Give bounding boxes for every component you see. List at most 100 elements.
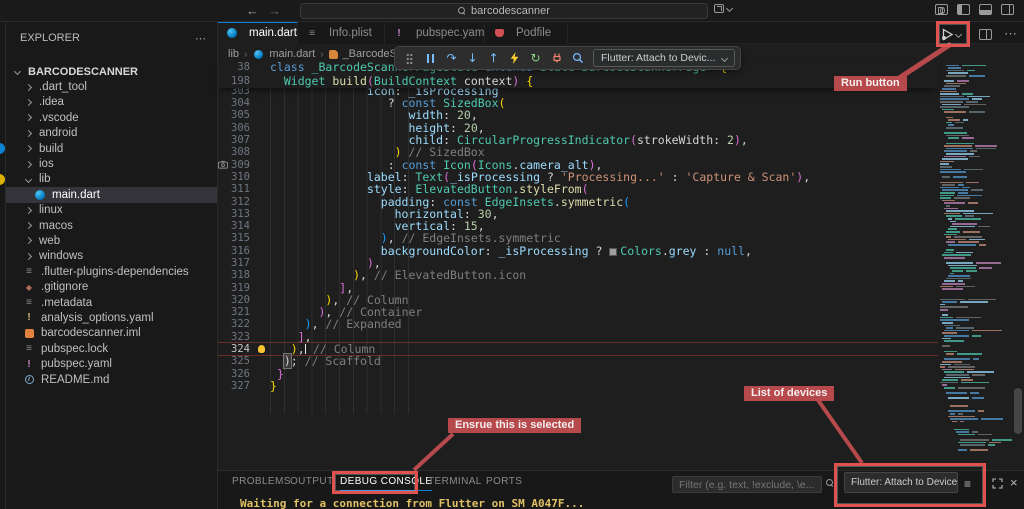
- scrollbar-thumb[interactable]: [1014, 388, 1022, 434]
- tree-item-pubspec-yaml[interactable]: !pubspec.yaml: [6, 356, 217, 371]
- clear-console-icon[interactable]: ≡: [964, 477, 971, 491]
- tree-item--flutter-plugins-dependencies[interactable]: ≡.flutter-plugins-dependencies: [6, 264, 217, 279]
- tree-item-pubspec-lock[interactable]: ≡pubspec.lock: [6, 341, 217, 356]
- panel-tab-debug-console[interactable]: DEBUG CONSOLE: [340, 476, 432, 491]
- toggle-sidebar-right-icon[interactable]: [1001, 4, 1014, 15]
- tree-item-windows[interactable]: windows: [6, 249, 217, 264]
- panel-tab-terminal[interactable]: TERMINAL: [428, 476, 482, 487]
- panel-tab-output[interactable]: OUTPUT: [290, 476, 334, 487]
- panel-device-dropdown[interactable]: Flutter: Attach to Device (!: [844, 472, 958, 493]
- tree-item-ios[interactable]: ios: [6, 156, 217, 171]
- more-actions-icon[interactable]: ⋯: [195, 32, 207, 45]
- line-number: 313: [228, 208, 258, 220]
- tree-item-readme-md[interactable]: iREADME.md: [6, 372, 217, 387]
- tab-label: main.dart: [249, 27, 297, 39]
- tree-item--dart-tool[interactable]: .dart_tool: [6, 79, 217, 94]
- lightbulb-icon[interactable]: [258, 345, 265, 353]
- code-line-311[interactable]: 311 style: ElevatedButton.styleFrom(: [218, 183, 938, 195]
- line-number: 322: [228, 318, 258, 330]
- step-over-icon[interactable]: ↷: [442, 48, 461, 68]
- code-line-325[interactable]: 325 ); // Scaffold: [218, 355, 938, 367]
- command-center-search[interactable]: barcodescanner: [300, 3, 708, 19]
- tree-item-linux[interactable]: linux: [6, 203, 217, 218]
- tree-item-main-dart[interactable]: main.dart: [6, 187, 217, 202]
- code-line-320[interactable]: 320 ), // Column: [218, 294, 938, 306]
- code-line-323[interactable]: 323 ],: [218, 331, 938, 343]
- tree-item--vscode[interactable]: .vscode: [6, 110, 217, 125]
- code-line-321[interactable]: 321 ), // Container: [218, 306, 938, 318]
- customize-layout-icon[interactable]: [935, 4, 948, 15]
- code-line-317[interactable]: 317 ),: [218, 257, 938, 269]
- code-line-309[interactable]: 309 : const Icon(Icons.camera_alt),: [218, 158, 938, 170]
- disconnect-icon[interactable]: [547, 48, 566, 68]
- code-line-305[interactable]: 305 width: 20,: [218, 109, 938, 121]
- file-tree: BARCODESCANNER.dart_tool.idea.vscodeandr…: [6, 64, 217, 387]
- tree-item-macos[interactable]: macos: [6, 218, 217, 233]
- filter-input[interactable]: [672, 476, 822, 493]
- tree-item-web[interactable]: web: [6, 233, 217, 248]
- code-line-308[interactable]: 308 ) // SizedBox: [218, 146, 938, 158]
- inspect-widget-icon[interactable]: [568, 48, 587, 68]
- code-line-313[interactable]: 313 horizontal: 30,: [218, 208, 938, 220]
- code-line-319[interactable]: 319 ],: [218, 281, 938, 293]
- code-line-304[interactable]: 304 ? const SizedBox(: [218, 97, 938, 109]
- tree-item--gitignore[interactable]: ◆.gitignore: [6, 279, 217, 294]
- tab-main-dart[interactable]: main.dart ×: [218, 22, 298, 44]
- more-actions-icon[interactable]: ⋯: [1004, 26, 1018, 42]
- panel-tab-problems[interactable]: PROBLEMS: [232, 476, 291, 487]
- run-button[interactable]: [941, 25, 967, 43]
- panel-tab-ports[interactable]: PORTS: [486, 476, 522, 487]
- tab-label: pubspec.yaml: [416, 27, 487, 39]
- code-line-307[interactable]: 307 child: CircularProgressIndicator(str…: [218, 134, 938, 146]
- hot-reload-icon[interactable]: [505, 48, 524, 68]
- toggle-sidebar-left-icon[interactable]: [957, 4, 970, 15]
- toggle-panel-icon[interactable]: [979, 4, 992, 15]
- breadcrumb-item[interactable]: lib: [228, 48, 239, 60]
- code-line-306[interactable]: 306 height: 20,: [218, 122, 938, 134]
- hot-restart-icon[interactable]: ↻: [526, 48, 545, 68]
- launch-profile-icon: [714, 4, 724, 13]
- code-line-198[interactable]: 198 Widget build(BuildContext context) {: [218, 74, 938, 88]
- code-line-314[interactable]: 314 vertical: 15,: [218, 220, 938, 232]
- code-line-316[interactable]: 316 backgroundColor: _isProcessing ? Col…: [218, 245, 938, 257]
- tree-item-android[interactable]: android: [6, 126, 217, 141]
- tab-info-plist[interactable]: ≡ Info.plist: [298, 22, 385, 44]
- tree-item-label: .gitignore: [41, 281, 88, 293]
- pause-icon[interactable]: [421, 48, 440, 68]
- split-editor-icon[interactable]: [979, 29, 992, 40]
- code-line-312[interactable]: 312 padding: const EdgeInsets.symmetric(: [218, 195, 938, 207]
- code-line-315[interactable]: 315 ), // EdgeInsets.symmetric: [218, 232, 938, 244]
- tree-item--metadata[interactable]: ≡.metadata: [6, 295, 217, 310]
- device-dropdown[interactable]: Flutter: Attach to Devic...: [593, 49, 735, 67]
- step-out-icon[interactable]: ↑: [484, 48, 503, 68]
- tree-item-analysis-options-yaml[interactable]: !analysis_options.yaml: [6, 310, 217, 325]
- tab-podfile[interactable]: Podfile: [485, 22, 568, 44]
- tree-item-barcodescanner-iml[interactable]: barcodescanner.iml: [6, 326, 217, 341]
- tree-item-barcodescanner[interactable]: BARCODESCANNER: [6, 64, 217, 79]
- line-number: 320: [228, 294, 258, 306]
- minimap[interactable]: [938, 60, 1012, 458]
- forward-arrow-icon[interactable]: →: [268, 3, 281, 18]
- filter-search-icon[interactable]: [826, 479, 834, 487]
- close-panel-icon[interactable]: ×: [1010, 475, 1018, 490]
- tab-pubspec-yaml[interactable]: ! pubspec.yaml: [385, 22, 485, 44]
- back-arrow-icon[interactable]: ←: [246, 3, 259, 18]
- drag-grip-icon[interactable]: [400, 48, 419, 68]
- code-line-322[interactable]: 322 ), // Expanded: [218, 318, 938, 330]
- code-line-326[interactable]: 326 }: [218, 368, 938, 380]
- info-icon: i: [23, 375, 35, 384]
- line-number: 321: [228, 306, 258, 318]
- breadcrumb-separator: ›: [320, 49, 323, 60]
- step-into-icon[interactable]: ↓: [463, 48, 482, 68]
- tree-item-label: web: [39, 235, 60, 247]
- tree-item-lib[interactable]: lib: [6, 172, 217, 187]
- chevron-down-icon: [25, 176, 32, 183]
- code-line-310[interactable]: 310 label: Text(_isProcessing ? 'Process…: [218, 171, 938, 183]
- tree-item-label: main.dart: [52, 189, 100, 201]
- code-line-318[interactable]: 318 ), // ElevatedButton.icon: [218, 269, 938, 281]
- launch-profile-button[interactable]: [714, 4, 732, 13]
- tree-item-build[interactable]: build: [6, 141, 217, 156]
- breadcrumb-item[interactable]: main.dart: [269, 48, 315, 60]
- maximize-panel-icon[interactable]: [992, 478, 1003, 492]
- tree-item--idea[interactable]: .idea: [6, 95, 217, 110]
